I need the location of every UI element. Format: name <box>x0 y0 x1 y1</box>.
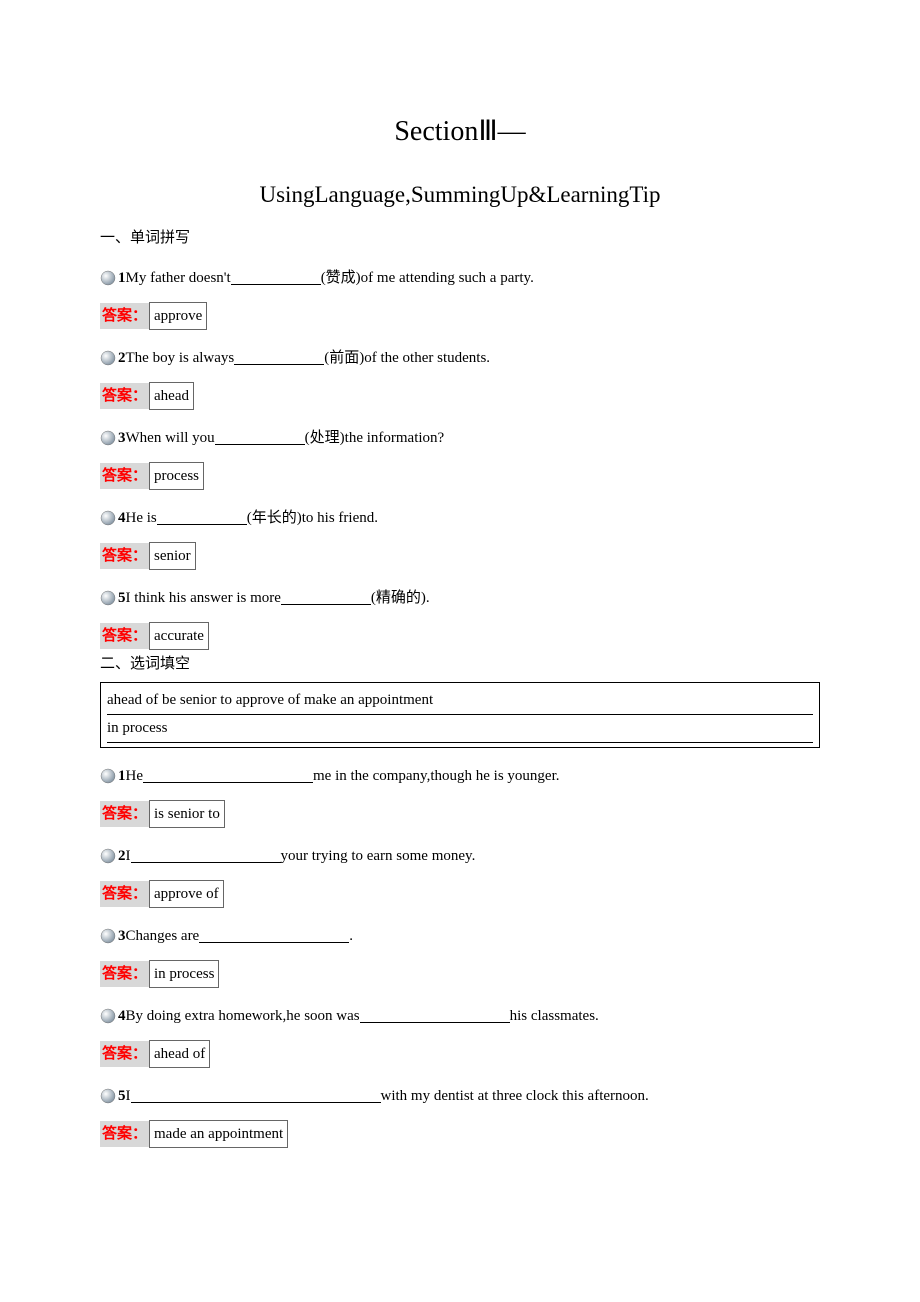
s1-q4-num: 4 <box>118 506 126 530</box>
s1-q3: 3 When will you (处理)the information? <box>100 426 820 450</box>
s2-q4-post: his classmates. <box>510 1004 599 1028</box>
section2-heading: 二、选词填空 <box>100 652 820 676</box>
s2-q2-post: your trying to earn some money. <box>281 844 476 868</box>
wordbank: ahead of be senior to approve of make an… <box>100 682 820 748</box>
s2-q1-pre: He <box>126 764 144 788</box>
s1-q1: 1 My father doesn't (赞成)of me attending … <box>100 266 820 290</box>
wordbank-line1: ahead of be senior to approve of make an… <box>107 687 813 715</box>
s1-q3-pre: When will you <box>126 426 215 450</box>
s2-q1-answer-row: 答案： is senior to <box>100 800 820 828</box>
s1-q2-answer: ahead <box>149 382 194 410</box>
s1-q4-pre: He is <box>126 506 157 530</box>
answer-label: 答案： <box>100 383 149 409</box>
title-line-1: SectionⅢ— <box>100 110 820 155</box>
s1-q3-post: (处理)the information? <box>305 426 445 450</box>
s1-q5-num: 5 <box>118 586 126 610</box>
blank <box>281 590 371 605</box>
bullet-icon <box>100 430 116 446</box>
s1-q5-post: (精确的). <box>371 586 430 610</box>
s2-q5-answer: made an appointment <box>149 1120 288 1148</box>
s2-q2-answer: approve of <box>149 880 224 908</box>
answer-label: 答案： <box>100 303 149 329</box>
s1-q3-num: 3 <box>118 426 126 450</box>
bullet-icon <box>100 1008 116 1024</box>
wordbank-line2: in process <box>107 715 813 743</box>
blank <box>360 1008 510 1023</box>
s2-q2-answer-row: 答案： approve of <box>100 880 820 908</box>
s2-q1-answer: is senior to <box>149 800 225 828</box>
answer-label: 答案： <box>100 463 149 489</box>
s1-q2-post: (前面)of the other students. <box>324 346 490 370</box>
answer-label: 答案： <box>100 961 149 987</box>
s1-q1-post: (赞成)of me attending such a party. <box>321 266 534 290</box>
s1-q2-answer-row: 答案： ahead <box>100 382 820 410</box>
answer-label: 答案： <box>100 1121 149 1147</box>
s2-q4: 4 By doing extra homework,he soon was hi… <box>100 1004 820 1028</box>
s2-q2-num: 2 <box>118 844 126 868</box>
s1-q4-answer-row: 答案： senior <box>100 542 820 570</box>
s1-q5-answer: accurate <box>149 622 209 650</box>
blank <box>231 270 321 285</box>
s2-q5-post: with my dentist at three clock this afte… <box>381 1084 649 1108</box>
s2-q1-post: me in the company,though he is younger. <box>313 764 559 788</box>
s2-q1: 1 He me in the company,though he is youn… <box>100 764 820 788</box>
blank <box>131 1088 381 1103</box>
s1-q4-answer: senior <box>149 542 196 570</box>
s2-q3: 3 Changes are . <box>100 924 820 948</box>
s1-q1-answer: approve <box>149 302 207 330</box>
s2-q3-pre: Changes are <box>126 924 200 948</box>
s2-q1-num: 1 <box>118 764 126 788</box>
s1-q3-answer: process <box>149 462 204 490</box>
s2-q3-post: . <box>349 924 353 948</box>
blank <box>199 928 349 943</box>
s1-q2-num: 2 <box>118 346 126 370</box>
bullet-icon <box>100 350 116 366</box>
s1-q5: 5 I think his answer is more (精确的). <box>100 586 820 610</box>
answer-label: 答案： <box>100 623 149 649</box>
blank <box>215 430 305 445</box>
blank <box>234 350 324 365</box>
s1-q1-num: 1 <box>118 266 126 290</box>
s2-q5: 5 I with my dentist at three clock this … <box>100 1084 820 1108</box>
bullet-icon <box>100 270 116 286</box>
s2-q3-num: 3 <box>118 924 126 948</box>
s2-q4-answer: ahead of <box>149 1040 210 1068</box>
answer-label: 答案： <box>100 801 149 827</box>
s2-q4-pre: By doing extra homework,he soon was <box>126 1004 360 1028</box>
title-line-2: UsingLanguage,SummingUp&LearningTip <box>100 177 820 214</box>
s2-q5-num: 5 <box>118 1084 126 1108</box>
s2-q3-answer: in process <box>149 960 219 988</box>
s1-q1-answer-row: 答案： approve <box>100 302 820 330</box>
blank <box>143 768 313 783</box>
section1-heading: 一、单词拼写 <box>100 226 820 250</box>
answer-label: 答案： <box>100 543 149 569</box>
blank <box>157 510 247 525</box>
s2-q2: 2 I your trying to earn some money. <box>100 844 820 868</box>
s2-q4-num: 4 <box>118 1004 126 1028</box>
blank <box>131 848 281 863</box>
s1-q2-pre: The boy is always <box>126 346 235 370</box>
s1-q5-pre: I think his answer is more <box>126 586 281 610</box>
bullet-icon <box>100 768 116 784</box>
bullet-icon <box>100 928 116 944</box>
answer-label: 答案： <box>100 1041 149 1067</box>
s1-q4: 4 He is (年长的)to his friend. <box>100 506 820 530</box>
bullet-icon <box>100 590 116 606</box>
s1-q5-answer-row: 答案： accurate <box>100 622 820 650</box>
bullet-icon <box>100 510 116 526</box>
s1-q2: 2 The boy is always (前面)of the other stu… <box>100 346 820 370</box>
s2-q5-answer-row: 答案： made an appointment <box>100 1120 820 1148</box>
bullet-icon <box>100 1088 116 1104</box>
s2-q4-answer-row: 答案： ahead of <box>100 1040 820 1068</box>
s1-q3-answer-row: 答案： process <box>100 462 820 490</box>
answer-label: 答案： <box>100 881 149 907</box>
bullet-icon <box>100 848 116 864</box>
s1-q4-post: (年长的)to his friend. <box>247 506 378 530</box>
s1-q1-pre: My father doesn't <box>126 266 231 290</box>
s2-q3-answer-row: 答案： in process <box>100 960 820 988</box>
